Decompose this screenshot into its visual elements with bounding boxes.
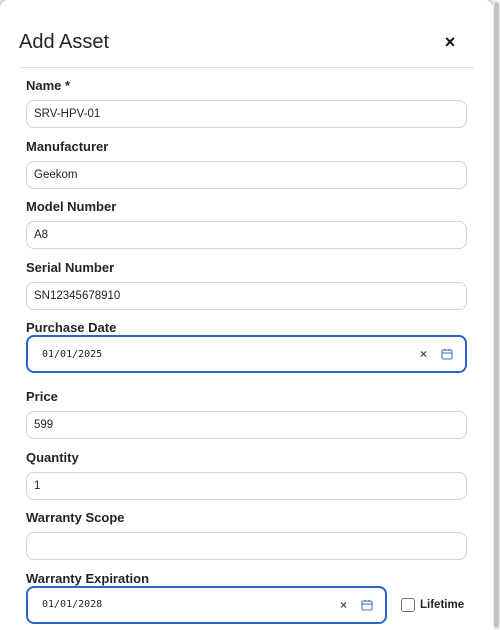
purchase-date-controls: ×	[420, 347, 453, 361]
warranty-scope-label: Warranty Scope	[26, 510, 125, 525]
lifetime-checkbox[interactable]	[401, 597, 415, 612]
warranty-scope-input[interactable]	[26, 532, 467, 560]
modal-header: Add Asset ×	[19, 28, 474, 68]
serial-number-input[interactable]: SN12345678910	[26, 281, 467, 310]
calendar-icon[interactable]	[441, 348, 453, 360]
lifetime-option[interactable]: Lifetime	[401, 597, 465, 612]
add-asset-modal: Add Asset × Name * SRV-HPV-01 Manufactur…	[0, 0, 493, 630]
model-number-label: Model Number	[26, 199, 117, 214]
warranty-scope-field-group: Warranty Scope	[26, 509, 467, 570]
warranty-expiration-input[interactable]: 01/01/2028 ×	[26, 585, 387, 624]
warranty-expiration-clear-button[interactable]: ×	[340, 598, 347, 612]
warranty-expiration-field-group: Warranty Expiration 01/01/2028 × Lifetim…	[26, 570, 467, 630]
purchase-date-clear-button[interactable]: ×	[420, 347, 427, 361]
model-number-input[interactable]: A8	[26, 221, 467, 249]
purchase-date-input[interactable]: 01/01/2025 ×	[26, 335, 467, 373]
close-button[interactable]: ×	[440, 30, 460, 54]
warranty-expiration-controls: ×	[340, 598, 373, 612]
price-input[interactable]: 599	[26, 411, 467, 439]
quantity-label: Quantity	[26, 449, 79, 465]
asset-form: Name * SRV-HPV-01 Manufacturer Geekom Mo…	[26, 77, 467, 630]
price-field-group: Price 599	[26, 388, 467, 449]
scrollbar-thumb[interactable]	[494, 2, 499, 628]
purchase-date-value: 01/01/2025	[42, 348, 103, 360]
name-input[interactable]: SRV-HPV-01	[26, 100, 467, 128]
warranty-expiration-row: 01/01/2028 × Lifetime	[26, 585, 467, 624]
quantity-input[interactable]: 1	[26, 471, 467, 500]
model-number-field-group: Model Number A8	[26, 198, 467, 259]
warranty-expiration-value: 01/01/2028	[42, 599, 103, 610]
serial-number-field-group: Serial Number SN12345678910	[26, 259, 467, 320]
quantity-field-group: Quantity 1	[26, 449, 467, 510]
modal-title: Add Asset	[19, 31, 110, 53]
serial-number-label: Serial Number	[26, 259, 115, 275]
purchase-date-field-group: Purchase Date 01/01/2025 ×	[26, 319, 467, 388]
calendar-icon[interactable]	[361, 599, 373, 611]
manufacturer-field-group: Manufacturer Geekom	[26, 138, 467, 199]
scrollbar[interactable]	[493, 0, 500, 630]
name-label: Name *	[26, 78, 71, 93]
manufacturer-input[interactable]: Geekom	[26, 160, 467, 189]
name-field-group: Name * SRV-HPV-01	[26, 77, 467, 138]
price-label: Price	[26, 389, 58, 404]
manufacturer-label: Manufacturer	[26, 138, 109, 154]
lifetime-label: Lifetime	[420, 598, 465, 611]
